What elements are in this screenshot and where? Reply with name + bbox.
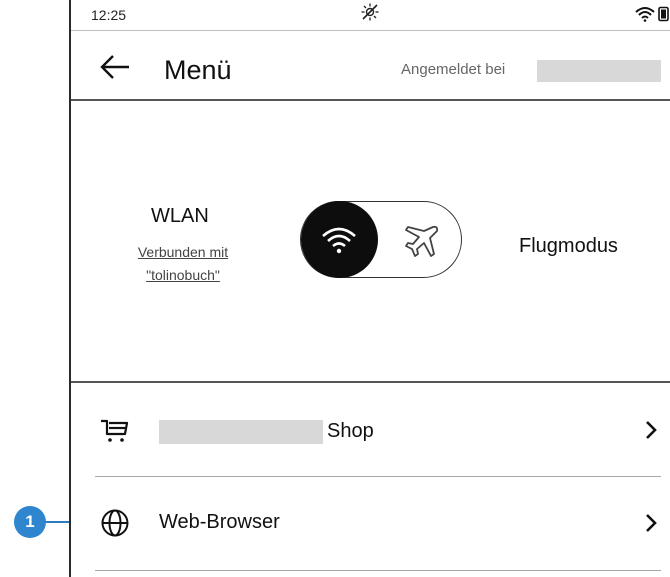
menu-item-label: Web-Browser (159, 511, 280, 533)
chevron-right-icon (646, 514, 657, 532)
wifi-airplane-toggle[interactable] (300, 201, 462, 278)
menu-item-label: Shop (327, 420, 374, 442)
menu-item-shop[interactable]: Shop (71, 384, 670, 474)
device-screen: 12:25 Menü Angemeldet bei WLAN Verbunden… (69, 0, 670, 577)
cart-icon (101, 419, 129, 442)
chevron-right-icon (646, 421, 657, 439)
menu-item-web-browser[interactable]: Web-Browser (71, 477, 670, 567)
globe-icon (101, 509, 129, 537)
row-divider (95, 570, 661, 571)
wlan-title: WLAN (151, 205, 209, 227)
toggle-knob (301, 201, 378, 278)
page-title: Menü (164, 55, 232, 85)
connectivity-panel: WLAN Verbunden mit "tolinobuch" Flugmodu… (71, 101, 670, 381)
status-time: 12:25 (91, 7, 127, 23)
airplane-mode-label: Flugmodus (519, 235, 618, 257)
section-divider (71, 381, 670, 383)
battery-icon (658, 6, 669, 22)
status-bar: 12:25 (71, 0, 670, 31)
airplane-icon (405, 225, 439, 257)
redacted-account (537, 60, 661, 82)
callout-badge: 1 (14, 506, 46, 538)
header: Menü Angemeldet bei (71, 31, 670, 101)
signed-in-label: Angemeldet bei (401, 61, 506, 78)
arrow-left-icon[interactable] (99, 53, 131, 81)
redacted-shop-name (159, 420, 323, 444)
wlan-status-line-2: "tolinobuch" (146, 267, 220, 283)
sun-off-icon (361, 3, 379, 21)
wlan-status-link[interactable]: Verbunden mit "tolinobuch" (113, 241, 253, 287)
wlan-status-line-1: Verbunden mit (137, 244, 229, 260)
wifi-icon (635, 7, 655, 22)
wifi-icon (322, 227, 356, 254)
